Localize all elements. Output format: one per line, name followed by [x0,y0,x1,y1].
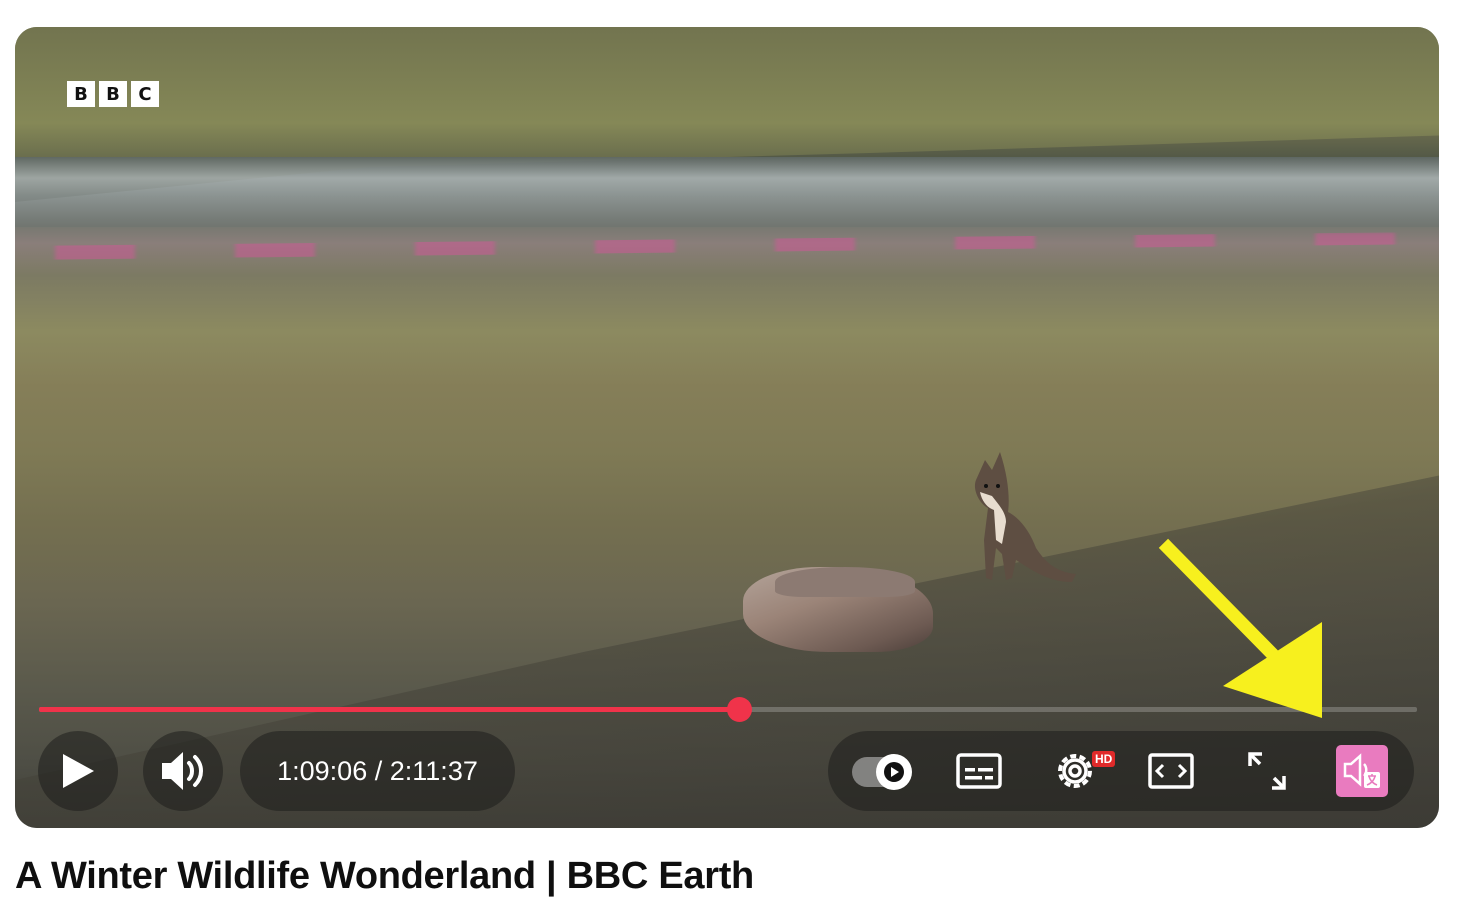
annotation-arrow [1158,538,1322,718]
video-title: A Winter Wildlife Wonderland | BBC Earth [15,855,754,897]
